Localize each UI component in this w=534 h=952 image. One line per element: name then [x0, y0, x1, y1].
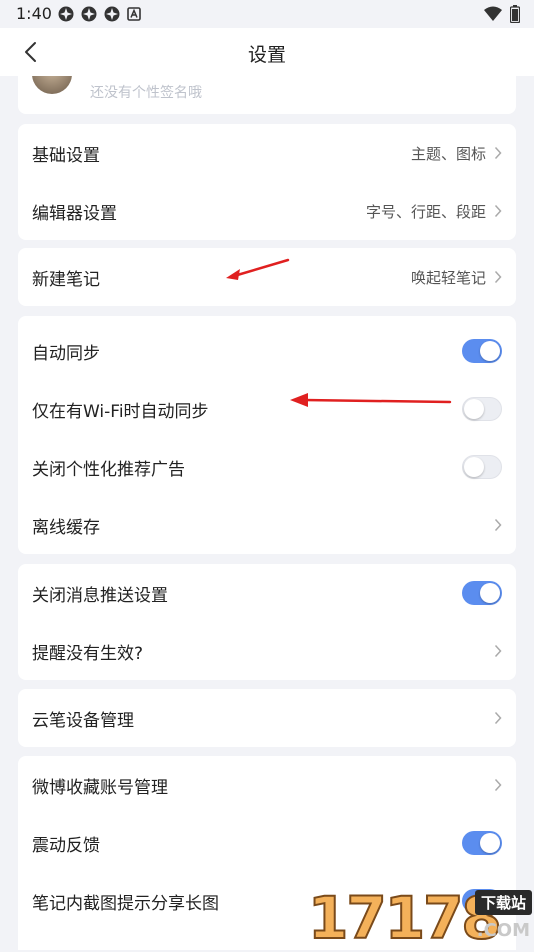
ad-personalization-item: 关闭个性化推荐广告 [18, 438, 516, 496]
page-title: 设置 [247, 44, 286, 66]
item-label: 基础设置 [32, 146, 100, 166]
toggle-knob [464, 457, 484, 477]
watermark-tag: 下载站 [474, 890, 532, 915]
wifi-only-sync-toggle[interactable] [462, 397, 502, 421]
new-note-card: 新建笔记 唤起轻笔记 [18, 248, 516, 306]
offline-cache-item[interactable]: 离线缓存 [18, 496, 516, 554]
wifi-icon [484, 6, 502, 26]
auto-sync-item: 自动同步 [18, 322, 516, 380]
item-label: 提醒没有生效? [32, 644, 144, 664]
chevron-right-icon [494, 778, 502, 792]
toggle-knob [480, 833, 500, 853]
weibo-account-item[interactable]: 微博收藏账号管理 [18, 756, 516, 814]
profile-card[interactable]: 还没有个性签名哦 [18, 76, 516, 114]
item-label: 自动同步 [32, 344, 100, 364]
item-label: 仅在有Wi-Fi时自动同步 [32, 402, 209, 422]
device-card: 云笔设备管理 [18, 689, 516, 747]
toggle-knob [480, 583, 500, 603]
item-label: 关闭消息推送设置 [32, 586, 168, 606]
wifi-only-sync-item: 仅在有Wi-Fi时自动同步 [18, 380, 516, 438]
header-bar: 设置 [0, 28, 534, 76]
close-push-item: 关闭消息推送设置 [18, 564, 516, 622]
vibration-feedback-item: 震动反馈 [18, 814, 516, 872]
chevron-right-icon [494, 644, 502, 658]
push-settings-card: 关闭消息推送设置 提醒没有生效? [18, 564, 516, 680]
watermark-digits: 17178 [307, 884, 503, 952]
pinwheel-icon [58, 6, 74, 22]
item-value: 字号、行距、段距 [365, 203, 486, 221]
reminder-help-item[interactable]: 提醒没有生效? [18, 622, 516, 680]
device-management-item[interactable]: 云笔设备管理 [18, 689, 516, 747]
item-label: 新建笔记 [32, 270, 100, 290]
toggle-knob [480, 341, 500, 361]
avatar [32, 76, 72, 94]
item-label: 微博收藏账号管理 [32, 778, 168, 798]
pinwheel-icon [81, 6, 97, 22]
item-label: 关闭个性化推荐广告 [32, 460, 185, 480]
chevron-right-icon [494, 146, 502, 160]
item-label: 离线缓存 [32, 518, 100, 538]
item-value: 主题、图标 [410, 145, 486, 163]
pinwheel-icon [104, 6, 120, 22]
basic-settings-item[interactable]: 基础设置 主题、图标 [18, 124, 516, 182]
item-label: 编辑器设置 [32, 204, 117, 224]
chevron-right-icon [494, 711, 502, 725]
editor-settings-item[interactable]: 编辑器设置 字号、行距、段距 [18, 182, 516, 240]
chevron-right-icon [494, 204, 502, 218]
status-bar: 1:40 [0, 0, 534, 28]
watermark-domain: .COM [476, 920, 530, 941]
battery-icon [509, 5, 521, 27]
profile-signature: 还没有个性签名哦 [90, 85, 202, 101]
site-watermark: 17178 下载站 .COM [307, 882, 534, 952]
a-box-icon [127, 6, 143, 22]
sync-settings-card: 自动同步 仅在有Wi-Fi时自动同步 关闭个性化推荐广告 离线缓存 [18, 316, 516, 554]
chevron-right-icon [494, 270, 502, 284]
item-label: 笔记内截图提示分享长图 [32, 894, 219, 914]
auto-sync-toggle[interactable] [462, 339, 502, 363]
item-value: 唤起轻笔记 [410, 269, 486, 287]
vibration-toggle[interactable] [462, 831, 502, 855]
ad-personalization-toggle[interactable] [462, 455, 502, 479]
toggle-knob [464, 399, 484, 419]
status-time: 1:40 [16, 4, 52, 23]
close-push-toggle[interactable] [462, 581, 502, 605]
item-label: 震动反馈 [32, 836, 100, 856]
chevron-right-icon [494, 518, 502, 532]
basic-settings-card: 基础设置 主题、图标 编辑器设置 字号、行距、段距 [18, 124, 516, 240]
new-note-item[interactable]: 新建笔记 唤起轻笔记 [18, 248, 516, 306]
item-label: 云笔设备管理 [32, 711, 134, 731]
